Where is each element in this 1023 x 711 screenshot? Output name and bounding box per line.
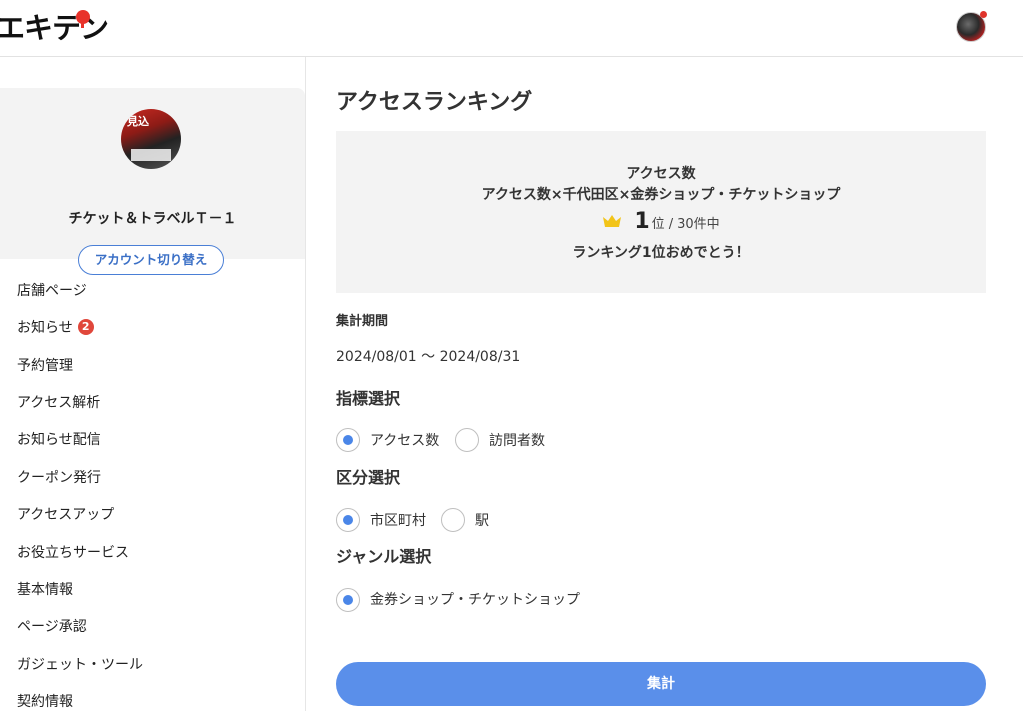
- congrats-message: ランキング1位おめでとう！: [572, 245, 750, 261]
- radio-city[interactable]: [336, 508, 360, 532]
- sidebar-item-label: お知らせ: [17, 320, 73, 336]
- account-switch-button[interactable]: アカウント切り替え: [78, 245, 224, 275]
- result-metric: アクセス数: [626, 166, 696, 182]
- sidebar-item-coupons[interactable]: クーポン発行: [17, 467, 101, 487]
- sidebar-item-access-up[interactable]: アクセスアップ: [17, 504, 114, 524]
- sidebar-item-label: アクセス解析: [17, 395, 101, 411]
- period-value: 2024/08/01 ～ 2024/08/31: [336, 349, 521, 365]
- sidebar-item-label: 店舗ページ: [17, 283, 87, 299]
- page-title: アクセスランキング: [336, 90, 533, 115]
- radio-visitor-count[interactable]: [455, 428, 479, 452]
- sidebar-item-label: 基本情報: [17, 582, 73, 598]
- shop-avatar: 見込: [121, 109, 181, 169]
- top-header: エキテン: [0, 0, 1023, 57]
- sidebar-item-basic-info[interactable]: 基本情報: [17, 579, 73, 599]
- area-section-title: 区分選択: [336, 468, 401, 487]
- sidebar-item-page-approval[interactable]: ページ承認: [17, 616, 87, 636]
- radio-station[interactable]: [441, 508, 465, 532]
- radio-access-count[interactable]: [336, 428, 360, 452]
- sidebar-item-reservations[interactable]: 予約管理: [17, 355, 73, 375]
- crown-icon: [603, 215, 622, 227]
- rank-total: 30件中: [677, 217, 720, 232]
- shop-avatar-text: 見込: [127, 115, 149, 128]
- logo-pin-icon: [76, 10, 90, 28]
- sidebar-item-shop-page[interactable]: 店舗ページ: [17, 280, 87, 300]
- rank-number: 1: [634, 209, 650, 234]
- notification-dot-icon: [980, 11, 987, 18]
- sidebar-item-label: ガジェット・ツール: [17, 657, 143, 673]
- ekiten-logo[interactable]: エキテン: [0, 8, 109, 48]
- period-label: 集計期間: [336, 314, 389, 329]
- sidebar-item-notice-delivery[interactable]: お知らせ配信: [17, 429, 101, 449]
- profile-card: 見込 チケット＆トラベルＴ－１ アカウント切り替え: [0, 88, 305, 275]
- result-rank-row: 1 位 / 30件中: [336, 209, 986, 234]
- sidebar-item-label: 契約情報: [17, 694, 73, 710]
- radio-genre-ticket-shop[interactable]: [336, 588, 360, 612]
- radio-label-city[interactable]: 市区町村: [370, 510, 426, 530]
- radio-label-access-count[interactable]: アクセス数: [370, 430, 439, 450]
- sidebar-item-label: 予約管理: [17, 358, 73, 374]
- rank-suffix: 位: [651, 217, 665, 232]
- notice-count-badge: 2: [77, 319, 94, 335]
- ranking-result-panel: アクセス数 アクセス数×千代田区×金券ショップ・チケットショップ 1 位 / 3…: [336, 131, 986, 293]
- sidebar-item-label: クーポン発行: [17, 470, 101, 486]
- shop-name: チケット＆トラベルＴ－１: [68, 211, 237, 227]
- metric-section-title: 指標選択: [336, 389, 401, 408]
- sidebar-item-gadgets[interactable]: ガジェット・ツール: [17, 654, 143, 674]
- sidebar-item-contract[interactable]: 契約情報: [17, 691, 73, 711]
- sidebar-item-label: アクセスアップ: [17, 507, 115, 523]
- sidebar-item-access-analysis[interactable]: アクセス解析: [17, 392, 100, 412]
- sidebar-item-label: ページ承認: [17, 619, 87, 635]
- rank-separator: /: [668, 217, 674, 232]
- radio-label-genre-ticket-shop[interactable]: 金券ショップ・チケットショップ: [370, 589, 580, 609]
- sidebar-item-services[interactable]: お役立ちサービス: [17, 542, 129, 562]
- radio-label-station[interactable]: 駅: [475, 510, 489, 530]
- result-condition: アクセス数×千代田区×金券ショップ・チケットショップ: [481, 187, 841, 203]
- logo-text: エキテン: [0, 10, 109, 45]
- sidebar-item-notices[interactable]: お知らせ 2: [17, 317, 94, 337]
- radio-label-visitor-count[interactable]: 訪問者数: [489, 430, 545, 450]
- sidebar-item-label: お知らせ配信: [17, 432, 101, 448]
- genre-section-title: ジャンル選択: [336, 547, 432, 566]
- sidebar-item-label: お役立ちサービス: [17, 545, 129, 561]
- aggregate-button[interactable]: 集計: [336, 662, 986, 706]
- sidebar: 見込 チケット＆トラベルＴ－１ アカウント切り替え 店舗ページ お知らせ 2 予…: [0, 57, 306, 711]
